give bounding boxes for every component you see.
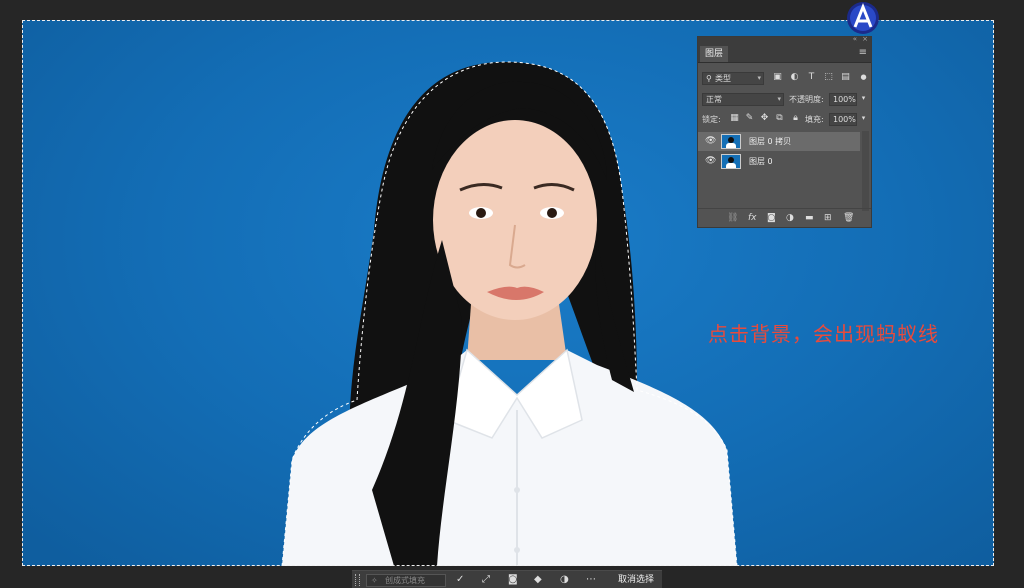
chevron-down-icon[interactable]: ▾: [858, 113, 869, 124]
smartobject-filter-icon[interactable]: ▤: [840, 72, 851, 83]
chevron-down-icon: ▾: [777, 95, 781, 103]
adjustment-icon[interactable]: ◑: [560, 574, 569, 586]
filter-kind-select[interactable]: ⚲ 类型 ▾: [702, 72, 764, 85]
shape-filter-icon[interactable]: ⬚: [823, 72, 834, 83]
deselect-button[interactable]: 取消选择: [614, 573, 658, 587]
layer-row-base[interactable]: 👁︎ 图层 0: [698, 152, 860, 171]
opacity-label: 不透明度:: [789, 95, 824, 104]
sparkle-icon: ✧: [371, 576, 378, 585]
modify-selection-icon[interactable]: ✓: [456, 574, 464, 586]
fill-value: 100%: [833, 115, 856, 124]
layer-list: 👁︎ 图层 0 拷贝 👁︎ 图层 0: [698, 131, 871, 211]
opacity-input[interactable]: 100%: [829, 93, 857, 106]
panel-title-strip: « ×: [698, 35, 871, 44]
filter-toggle-icon[interactable]: ●: [858, 72, 869, 83]
link-icon[interactable]: ⛓: [727, 212, 738, 224]
type-filter-icon[interactable]: T: [806, 72, 817, 83]
trash-icon[interactable]: 🗑︎: [843, 212, 854, 224]
adjustment-filter-icon[interactable]: ◐: [789, 72, 800, 83]
filter-kind-label: 类型: [715, 74, 731, 83]
close-icon[interactable]: ×: [862, 35, 868, 43]
mask-icon[interactable]: ◙: [508, 574, 518, 586]
generative-fill-button[interactable]: ✧ 创成式填充: [366, 574, 446, 587]
drag-handle[interactable]: [355, 574, 360, 586]
layer-thumbnail: [721, 134, 741, 149]
chevron-down-icon: ▾: [757, 74, 761, 82]
panel-menu-icon[interactable]: ≡: [859, 47, 867, 58]
layers-panel[interactable]: « × 图层 ≡ ⚲ 类型 ▾ ▣ ◐ T ⬚ ▤ ● 正常 ▾ 不透明度: 1…: [697, 35, 872, 228]
blend-row: 正常 ▾ 不透明度: 100% ▾: [698, 91, 871, 109]
collapse-icon[interactable]: «: [853, 35, 857, 43]
eye-icon[interactable]: 👁︎: [705, 136, 716, 147]
opacity-value: 100%: [833, 95, 856, 104]
new-layer-icon[interactable]: ⊞: [824, 212, 832, 224]
lock-position-icon[interactable]: ✥: [759, 113, 770, 124]
eye-icon[interactable]: 👁︎: [705, 156, 716, 167]
lock-image-icon[interactable]: ✎: [744, 113, 755, 124]
search-icon: ⚲: [706, 74, 712, 83]
lock-row: 锁定: ▦ ✎ ✥ ⧉ 🔒︎ 填充: 100% ▾: [698, 111, 871, 129]
fill-bucket-icon[interactable]: ◆: [534, 574, 542, 586]
folder-icon[interactable]: ▬: [805, 212, 814, 224]
layer-name: 图层 0: [749, 157, 773, 166]
fill-input[interactable]: 100%: [829, 113, 857, 126]
shirt: [282, 350, 737, 566]
filter-row: ⚲ 类型 ▾ ▣ ◐ T ⬚ ▤ ●: [698, 70, 871, 88]
panel-bottom-toolbar: ⛓ fx ◙ ◑ ▬ ⊞ 🗑︎: [698, 208, 871, 227]
watermark-logo: [843, 0, 883, 36]
lock-label: 锁定:: [702, 115, 721, 124]
chevron-down-icon[interactable]: ▾: [858, 93, 869, 104]
blend-mode-select[interactable]: 正常 ▾: [702, 93, 784, 106]
blend-mode-value: 正常: [706, 95, 722, 104]
layer-row-copy[interactable]: 👁︎ 图层 0 拷贝: [698, 132, 860, 151]
lock-transparent-icon[interactable]: ▦: [729, 113, 740, 124]
generative-fill-label: 创成式填充: [385, 576, 425, 585]
lock-all-icon[interactable]: 🔒︎: [790, 113, 801, 124]
more-options-icon[interactable]: ⋯: [586, 574, 596, 586]
layer-name: 图层 0 拷贝: [749, 137, 792, 146]
layer-list-scrollbar[interactable]: [862, 131, 869, 211]
lock-artboard-icon[interactable]: ⧉: [774, 113, 785, 124]
pixel-filter-icon[interactable]: ▣: [772, 72, 783, 83]
fill-label: 填充:: [805, 115, 824, 124]
mask-icon[interactable]: ◙: [767, 212, 776, 224]
contextual-task-bar: ✧ 创成式填充 ✓ ⤢ ◙ ◆ ◑ ⋯ 取消选择: [352, 570, 662, 588]
tab-layers[interactable]: 图层: [700, 46, 729, 62]
transform-icon[interactable]: ⤢: [482, 574, 490, 586]
adjustment-icon[interactable]: ◑: [786, 212, 794, 224]
fx-icon[interactable]: fx: [748, 212, 757, 224]
panel-tab-bar: 图层 ≡: [698, 44, 871, 63]
layer-thumbnail: [721, 154, 741, 169]
annotation-text: 点击背景，会出现蚂蚁线: [708, 322, 939, 346]
